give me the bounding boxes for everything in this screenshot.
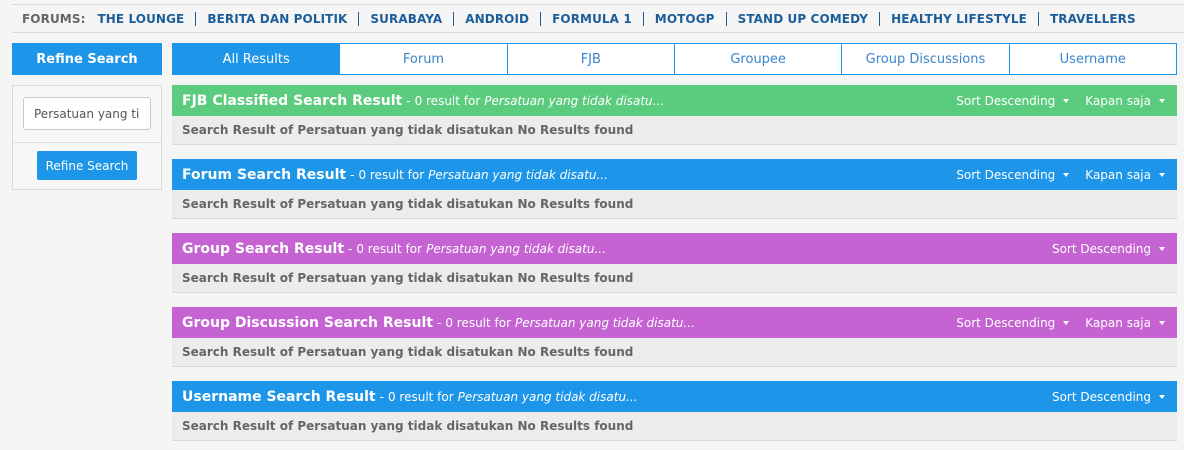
result-count: 0 result for xyxy=(356,241,423,256)
forum-link-healthy-lifestyle[interactable]: HEALTHY LIFESTYLE xyxy=(879,11,1038,26)
result-header: FJB Classified Search Result - 0 result … xyxy=(172,85,1177,116)
caret-down-icon xyxy=(1159,394,1165,399)
result-title: FJB Classified Search Result xyxy=(182,92,403,109)
sort-dropdown[interactable]: Sort Descending xyxy=(956,93,1070,108)
result-query: Persatuan yang tidak disatu... xyxy=(515,315,695,330)
caret-down-icon xyxy=(1063,98,1070,103)
search-input[interactable] xyxy=(23,97,151,130)
forum-link-stand-up-comedy[interactable]: STAND UP COMEDY xyxy=(725,11,880,26)
result-separator: - xyxy=(348,241,353,256)
tab-all-results[interactable]: All Results xyxy=(173,44,340,74)
result-controls: Sort Descending Kapan saja xyxy=(940,168,1165,182)
result-separator: - xyxy=(350,167,355,182)
caret-down-icon xyxy=(1159,172,1165,177)
result-query: Persatuan yang tidak disatu... xyxy=(457,389,638,404)
sort-dropdown[interactable]: Sort Descending xyxy=(1052,390,1165,404)
result-title: Group Discussion Search Result xyxy=(182,314,433,331)
result-controls: Sort Descending xyxy=(1036,390,1165,404)
caret-down-icon xyxy=(1159,98,1165,103)
result-query: Persatuan yang tidak disatu... xyxy=(426,241,606,256)
forum-link-the-lounge[interactable]: THE LOUNGE xyxy=(97,12,195,26)
refine-search-button[interactable]: Refine Search xyxy=(37,151,137,180)
result-message: Search Result of Persatuan yang tidak di… xyxy=(172,116,1177,145)
tab-forum[interactable]: Forum xyxy=(339,44,506,74)
caret-down-icon xyxy=(1159,320,1165,325)
result-header: Forum Search Result - 0 result for Persa… xyxy=(172,159,1177,190)
forums-label: FORUMS: xyxy=(22,11,86,26)
result-header: Group Search Result - 0 result for Persa… xyxy=(172,233,1177,264)
sort-label: Sort Descending xyxy=(1051,241,1151,256)
result-separator: - xyxy=(436,315,442,330)
result-count: 0 result for xyxy=(445,315,512,330)
result-message: Search Result of Persatuan yang tidak di… xyxy=(172,338,1177,367)
caret-down-icon xyxy=(1063,320,1070,325)
sort-label: Sort Descending xyxy=(956,315,1056,330)
forum-link-travellers[interactable]: TRAVELLERS xyxy=(1037,11,1147,26)
refine-search-header: Refine Search xyxy=(12,43,162,75)
time-label: Kapan saja xyxy=(1085,315,1151,330)
forum-link-android[interactable]: ANDROID xyxy=(453,11,540,26)
sort-label: Sort Descending xyxy=(1051,389,1151,404)
time-label: Kapan saja xyxy=(1085,167,1151,182)
result-message: Search Result of Persatuan yang tidak di… xyxy=(172,190,1177,219)
sort-label: Sort Descending xyxy=(956,93,1056,108)
refine-search-panel: Refine Search xyxy=(12,85,162,190)
result-title: Group Search Result xyxy=(182,240,345,257)
result-controls: Sort Descending Kapan saja xyxy=(940,94,1165,108)
tab-username[interactable]: Username xyxy=(1008,44,1176,74)
time-label: Kapan saja xyxy=(1085,93,1151,108)
forum-link-surabaya[interactable]: SURABAYA xyxy=(358,11,453,26)
result-message: Search Result of Persatuan yang tidak di… xyxy=(172,412,1177,441)
tab-group-discussions[interactable]: Group Discussions xyxy=(841,44,1008,74)
caret-down-icon xyxy=(1159,246,1165,251)
result-count: 0 result for xyxy=(414,93,481,108)
result-query: Persatuan yang tidak disatu... xyxy=(484,93,665,108)
sort-dropdown[interactable]: Sort Descending xyxy=(956,315,1070,330)
forum-link-motogp[interactable]: MOTOGP xyxy=(642,11,726,26)
result-controls: Sort Descending Kapan saja xyxy=(940,316,1165,330)
forum-link-berita-dan-politik[interactable]: BERITA DAN POLITIK xyxy=(195,11,358,26)
sort-label: Sort Descending xyxy=(956,167,1056,182)
result-count: 0 result for xyxy=(387,389,454,404)
group-result-section: Group Search Result - 0 result for Persa… xyxy=(172,233,1177,293)
time-dropdown[interactable]: Kapan saja xyxy=(1085,94,1165,108)
forum-link-formula-1[interactable]: FORMULA 1 xyxy=(540,11,643,26)
time-dropdown[interactable]: Kapan saja xyxy=(1085,168,1165,182)
result-header: Group Discussion Search Result - 0 resul… xyxy=(172,307,1177,338)
result-query: Persatuan yang tidak disatu... xyxy=(428,167,608,182)
forums-nav: FORUMS: THE LOUNGE BERITA DAN POLITIK SU… xyxy=(12,4,1184,33)
result-controls: Sort Descending xyxy=(1036,242,1165,256)
result-separator: - xyxy=(406,93,411,108)
divider xyxy=(13,142,161,143)
result-count: 0 result for xyxy=(358,167,425,182)
tab-fjb[interactable]: FJB xyxy=(506,44,674,74)
group-discussion-result-section: Group Discussion Search Result - 0 resul… xyxy=(172,307,1177,367)
result-tabs: All Results Forum FJB Groupee Group Disc… xyxy=(172,43,1177,75)
fjb-result-section: FJB Classified Search Result - 0 result … xyxy=(172,85,1177,145)
username-result-section: Username Search Result - 0 result for Pe… xyxy=(172,381,1177,441)
result-separator: - xyxy=(379,389,384,404)
sort-dropdown[interactable]: Sort Descending xyxy=(956,167,1070,182)
result-header: Username Search Result - 0 result for Pe… xyxy=(172,381,1177,412)
result-title: Forum Search Result xyxy=(182,166,347,183)
result-title: Username Search Result xyxy=(182,388,376,405)
caret-down-icon xyxy=(1063,172,1070,177)
time-dropdown[interactable]: Kapan saja xyxy=(1085,316,1165,330)
tab-groupee[interactable]: Groupee xyxy=(673,44,841,74)
sort-dropdown[interactable]: Sort Descending xyxy=(1052,242,1165,256)
forum-result-section: Forum Search Result - 0 result for Persa… xyxy=(172,159,1177,219)
result-message: Search Result of Persatuan yang tidak di… xyxy=(172,264,1177,293)
